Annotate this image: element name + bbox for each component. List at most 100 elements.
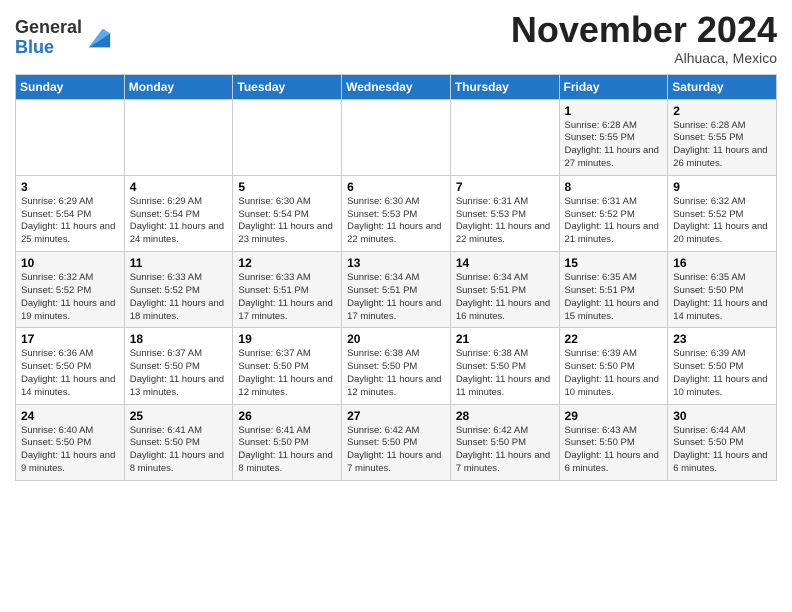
title-area: November 2024 Alhuaca, Mexico (511, 10, 777, 66)
calendar-cell: 1 Sunrise: 6:28 AMSunset: 5:55 PMDaylight… (559, 99, 668, 175)
day-number: 12 (238, 256, 336, 270)
day-header-thursday: Thursday (450, 74, 559, 99)
day-header-friday: Friday (559, 74, 668, 99)
logo-blue: Blue (15, 37, 54, 57)
day-number: 11 (130, 256, 228, 270)
day-info: Sunrise: 6:28 AMSunset: 5:55 PMDaylight:… (565, 120, 663, 171)
day-number: 9 (673, 180, 771, 194)
day-info: Sunrise: 6:35 AMSunset: 5:50 PMDaylight:… (673, 272, 771, 323)
calendar-cell: 26 Sunrise: 6:41 AMSunset: 5:50 PMDayligh… (233, 404, 342, 480)
calendar-cell: 11Sunrise: 6:33 AMSunset: 5:52 PMDayligh… (124, 252, 233, 328)
calendar-cell: 6 Sunrise: 6:30 AMSunset: 5:53 PMDaylight… (342, 175, 451, 251)
day-number: 4 (130, 180, 228, 194)
day-number: 27 (347, 409, 445, 423)
day-number: 6 (347, 180, 445, 194)
day-header-saturday: Saturday (668, 74, 777, 99)
calendar-cell: 3 Sunrise: 6:29 AMSunset: 5:54 PMDaylight… (16, 175, 125, 251)
day-info: Sunrise: 6:37 AMSunset: 5:50 PMDaylight:… (130, 348, 228, 399)
day-number: 28 (456, 409, 554, 423)
calendar-cell: 19 Sunrise: 6:37 AMSunset: 5:50 PMDayligh… (233, 328, 342, 404)
calendar-cell: 4 Sunrise: 6:29 AMSunset: 5:54 PMDaylight… (124, 175, 233, 251)
day-number: 24 (21, 409, 119, 423)
calendar-cell: 15Sunrise: 6:35 AMSunset: 5:51 PMDayligh… (559, 252, 668, 328)
calendar: SundayMondayTuesdayWednesdayThursdayFrid… (15, 74, 777, 481)
day-info: Sunrise: 6:30 AMSunset: 5:54 PMDaylight:… (238, 196, 336, 247)
day-info: Sunrise: 6:31 AMSunset: 5:52 PMDaylight:… (565, 196, 663, 247)
calendar-cell: 21 Sunrise: 6:38 AMSunset: 5:50 PMDayligh… (450, 328, 559, 404)
day-info: Sunrise: 6:43 AMSunset: 5:50 PMDaylight:… (565, 425, 663, 476)
calendar-cell: 25 Sunrise: 6:41 AMSunset: 5:50 PMDayligh… (124, 404, 233, 480)
day-info: Sunrise: 6:40 AMSunset: 5:50 PMDaylight:… (21, 425, 119, 476)
page: General Blue November 2024 Alhuaca, Mexi… (0, 0, 792, 496)
calendar-cell: 14Sunrise: 6:34 AMSunset: 5:51 PMDayligh… (450, 252, 559, 328)
calendar-cell: 28Sunrise: 6:42 AMSunset: 5:50 PMDayligh… (450, 404, 559, 480)
calendar-cell: 9Sunrise: 6:32 AMSunset: 5:52 PMDaylight… (668, 175, 777, 251)
calendar-cell (342, 99, 451, 175)
day-info: Sunrise: 6:38 AMSunset: 5:50 PMDaylight:… (456, 348, 554, 399)
calendar-cell: 13 Sunrise: 6:34 AMSunset: 5:51 PMDayligh… (342, 252, 451, 328)
calendar-cell: 12 Sunrise: 6:33 AMSunset: 5:51 PMDayligh… (233, 252, 342, 328)
day-number: 30 (673, 409, 771, 423)
calendar-cell: 2 Sunrise: 6:28 AMSunset: 5:55 PMDaylight… (668, 99, 777, 175)
day-info: Sunrise: 6:44 AMSunset: 5:50 PMDaylight:… (673, 425, 771, 476)
day-number: 25 (130, 409, 228, 423)
day-number: 5 (238, 180, 336, 194)
day-number: 29 (565, 409, 663, 423)
day-info: Sunrise: 6:34 AMSunset: 5:51 PMDaylight:… (347, 272, 445, 323)
day-header-sunday: Sunday (16, 74, 125, 99)
day-info: Sunrise: 6:39 AMSunset: 5:50 PMDaylight:… (565, 348, 663, 399)
day-number: 8 (565, 180, 663, 194)
day-number: 7 (456, 180, 554, 194)
day-info: Sunrise: 6:29 AMSunset: 5:54 PMDaylight:… (130, 196, 228, 247)
calendar-cell: 5 Sunrise: 6:30 AMSunset: 5:54 PMDaylight… (233, 175, 342, 251)
day-number: 13 (347, 256, 445, 270)
calendar-cell: 23 Sunrise: 6:39 AMSunset: 5:50 PMDayligh… (668, 328, 777, 404)
day-info: Sunrise: 6:41 AMSunset: 5:50 PMDaylight:… (130, 425, 228, 476)
day-number: 10 (21, 256, 119, 270)
calendar-cell: 17Sunrise: 6:36 AMSunset: 5:50 PMDayligh… (16, 328, 125, 404)
day-info: Sunrise: 6:29 AMSunset: 5:54 PMDaylight:… (21, 196, 119, 247)
day-info: Sunrise: 6:34 AMSunset: 5:51 PMDaylight:… (456, 272, 554, 323)
calendar-cell: 7 Sunrise: 6:31 AMSunset: 5:53 PMDaylight… (450, 175, 559, 251)
calendar-cell (450, 99, 559, 175)
calendar-cell: 30 Sunrise: 6:44 AMSunset: 5:50 PMDayligh… (668, 404, 777, 480)
day-info: Sunrise: 6:33 AMSunset: 5:51 PMDaylight:… (238, 272, 336, 323)
day-info: Sunrise: 6:38 AMSunset: 5:50 PMDaylight:… (347, 348, 445, 399)
day-info: Sunrise: 6:31 AMSunset: 5:53 PMDaylight:… (456, 196, 554, 247)
day-number: 23 (673, 332, 771, 346)
day-header-monday: Monday (124, 74, 233, 99)
calendar-cell (233, 99, 342, 175)
calendar-cell (124, 99, 233, 175)
calendar-cell: 8 Sunrise: 6:31 AMSunset: 5:52 PMDaylight… (559, 175, 668, 251)
calendar-cell (16, 99, 125, 175)
day-number: 2 (673, 104, 771, 118)
logo-general: General (15, 17, 82, 37)
calendar-cell: 10 Sunrise: 6:32 AMSunset: 5:52 PMDayligh… (16, 252, 125, 328)
day-number: 3 (21, 180, 119, 194)
logo-area: General Blue (15, 18, 112, 58)
day-info: Sunrise: 6:42 AMSunset: 5:50 PMDaylight:… (347, 425, 445, 476)
day-info: Sunrise: 6:28 AMSunset: 5:55 PMDaylight:… (673, 120, 771, 171)
day-number: 20 (347, 332, 445, 346)
calendar-cell: 18Sunrise: 6:37 AMSunset: 5:50 PMDayligh… (124, 328, 233, 404)
day-info: Sunrise: 6:37 AMSunset: 5:50 PMDaylight:… (238, 348, 336, 399)
location: Alhuaca, Mexico (511, 50, 777, 66)
day-info: Sunrise: 6:39 AMSunset: 5:50 PMDaylight:… (673, 348, 771, 399)
header: General Blue November 2024 Alhuaca, Mexi… (15, 10, 777, 66)
calendar-cell: 27 Sunrise: 6:42 AMSunset: 5:50 PMDayligh… (342, 404, 451, 480)
day-number: 26 (238, 409, 336, 423)
day-info: Sunrise: 6:30 AMSunset: 5:53 PMDaylight:… (347, 196, 445, 247)
logo-icon (84, 24, 112, 52)
day-number: 16 (673, 256, 771, 270)
calendar-cell: 22 Sunrise: 6:39 AMSunset: 5:50 PMDayligh… (559, 328, 668, 404)
day-info: Sunrise: 6:41 AMSunset: 5:50 PMDaylight:… (238, 425, 336, 476)
day-header-wednesday: Wednesday (342, 74, 451, 99)
day-number: 19 (238, 332, 336, 346)
day-number: 22 (565, 332, 663, 346)
day-info: Sunrise: 6:32 AMSunset: 5:52 PMDaylight:… (21, 272, 119, 323)
day-number: 1 (565, 104, 663, 118)
day-number: 17 (21, 332, 119, 346)
day-number: 21 (456, 332, 554, 346)
day-number: 15 (565, 256, 663, 270)
month-title: November 2024 (511, 10, 777, 50)
